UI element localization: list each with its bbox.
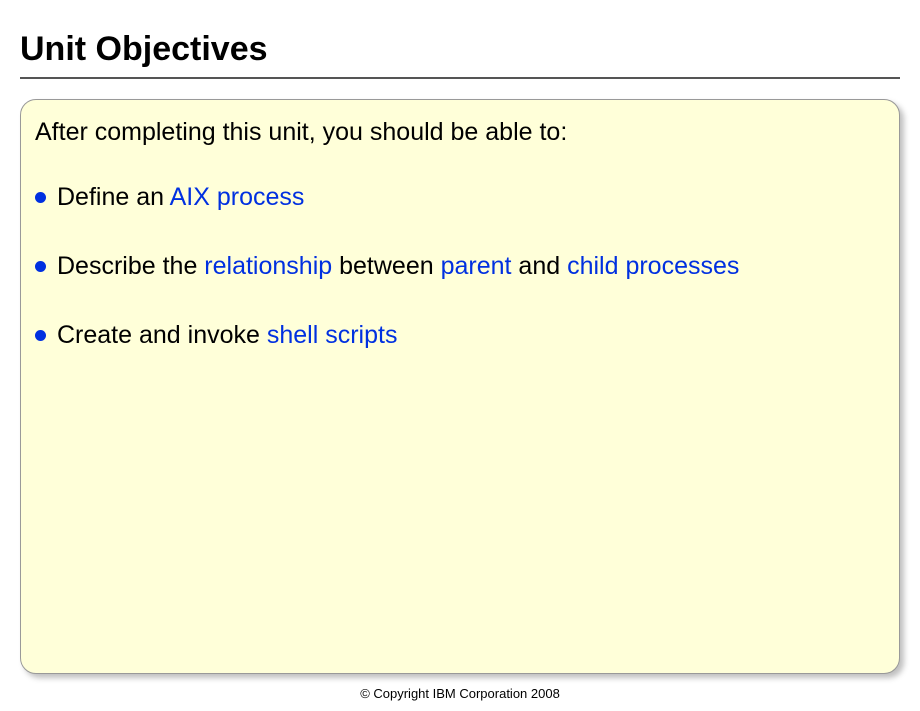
bullet-list: Define an AIX process Describe the relati… <box>35 183 885 350</box>
plain-text: Describe the <box>57 252 204 280</box>
bullet-dot-icon <box>35 330 46 341</box>
content-box: After completing this unit, you should b… <box>20 99 900 674</box>
bullet-item: Describe the relationship between parent… <box>35 252 885 281</box>
highlight-text: parent <box>441 252 512 280</box>
slide: Unit Objectives After completing this un… <box>0 0 920 711</box>
plain-text: Define an <box>57 183 170 211</box>
plain-text: between <box>332 252 440 280</box>
bullet-dot-icon <box>35 192 46 203</box>
highlight-text: shell scripts <box>267 321 398 349</box>
bullet-item: Create and invoke shell scripts <box>35 321 885 350</box>
plain-text: Create and invoke <box>57 321 267 349</box>
intro-text: After completing this unit, you should b… <box>35 118 885 147</box>
plain-text: and <box>511 252 567 280</box>
copyright-text: © Copyright IBM Corporation 2008 <box>20 682 900 701</box>
highlight-text: child processes <box>567 252 739 280</box>
highlight-text: relationship <box>204 252 332 280</box>
bullet-dot-icon <box>35 261 46 272</box>
bullet-item: Define an AIX process <box>35 183 885 212</box>
highlight-text: AIX process <box>170 183 305 211</box>
slide-title: Unit Objectives <box>20 30 900 79</box>
